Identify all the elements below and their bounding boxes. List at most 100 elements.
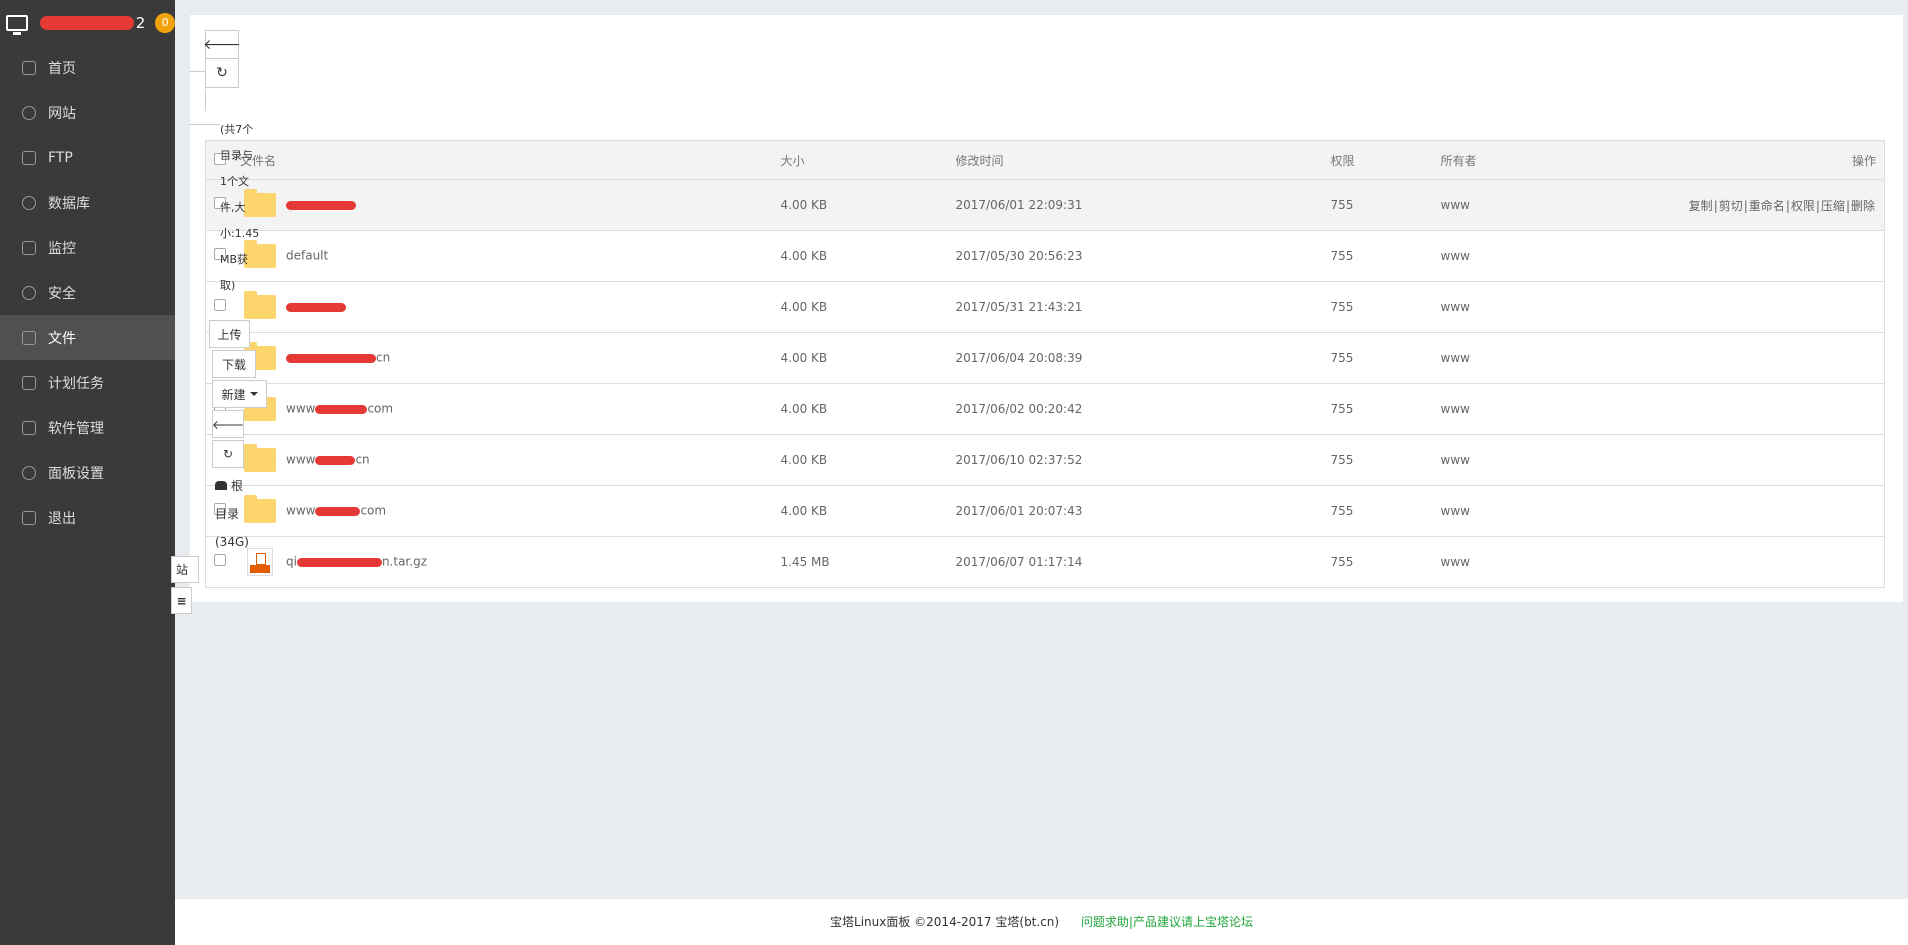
file-name-tail[interactable]: n.tar.gz xyxy=(382,555,427,569)
sidebar: 2 0 首页 网站 FTP 数据库 监控 安全 文件 计划任务 软件管理 面板设… xyxy=(0,0,175,945)
shield-icon xyxy=(22,285,36,300)
divider xyxy=(190,124,220,125)
table-row[interactable]: qi n.tar.gz 1.45 MB 2017/06/07 01:17:14 7… xyxy=(205,536,1885,588)
rename-link[interactable]: 重命名 xyxy=(1749,199,1785,213)
download-button[interactable]: 下载 xyxy=(212,350,256,378)
file-table: 文件名 大小 修改时间 权限 所有者 操作 4.00 KB 2017/06/01… xyxy=(205,140,1885,588)
cell-permission[interactable]: 755 xyxy=(1330,536,1441,588)
redacted-name xyxy=(315,404,368,414)
file-name[interactable]: www xyxy=(286,453,315,467)
sidebar-item-home[interactable]: 首页 xyxy=(0,45,175,90)
caret-down-icon xyxy=(249,392,258,396)
cell-permission[interactable]: 755 xyxy=(1330,332,1441,384)
header-permission: 权限 xyxy=(1330,140,1441,180)
cell-size: 4.00 KB xyxy=(780,332,956,384)
cell-permission[interactable]: 755 xyxy=(1330,383,1441,435)
sidebar-item-website[interactable]: 网站 xyxy=(0,90,175,135)
file-name-tail[interactable]: com xyxy=(360,504,386,518)
sidebar-item-logout[interactable]: 退出 xyxy=(0,495,175,540)
cell-mtime: 2017/06/01 22:09:31 xyxy=(955,179,1331,231)
redacted-hostname xyxy=(39,15,134,30)
forum-link[interactable]: 问题求助|产品建议请上宝塔论坛 xyxy=(1081,915,1253,929)
folder-icon xyxy=(22,330,36,345)
database-icon xyxy=(22,195,36,210)
permission-link[interactable]: 权限 xyxy=(1791,199,1815,213)
copy-link[interactable]: 复制 xyxy=(1689,199,1713,213)
cut-link[interactable]: 剪切 xyxy=(1719,199,1743,213)
table-row[interactable]: cn 4.00 KB 2017/06/04 20:08:39 755 www xyxy=(205,332,1885,384)
cell-owner: www xyxy=(1440,230,1611,282)
cell-size: 4.00 KB xyxy=(780,434,956,486)
cell-permission[interactable]: 755 xyxy=(1330,434,1441,486)
table-row[interactable]: 4.00 KB 2017/06/01 22:09:31 755 www 复制|剪… xyxy=(205,179,1885,231)
cell-permission[interactable]: 755 xyxy=(1330,179,1441,231)
refresh-button[interactable]: ↻ xyxy=(205,59,239,88)
menu-toggle-button[interactable]: ≡ xyxy=(171,587,192,614)
cell-size: 4.00 KB xyxy=(780,281,956,333)
file-name-tail[interactable]: cn xyxy=(355,453,369,467)
file-name-tail[interactable]: com xyxy=(367,402,393,416)
sidebar-item-security[interactable]: 安全 xyxy=(0,270,175,315)
disk-root-button[interactable]: 根 目录 (34G) xyxy=(215,472,255,556)
back-button[interactable]: 🡐 xyxy=(203,30,241,59)
footer: 宝塔Linux面板 ©2014-2017 宝塔(bt.cn) 问题求助|产品建议… xyxy=(175,899,1908,945)
cell-permission[interactable]: 755 xyxy=(1330,281,1441,333)
host-suffix: 2 xyxy=(135,13,146,32)
table-row[interactable]: default 4.00 KB 2017/05/30 20:56:23 755 … xyxy=(205,230,1885,282)
grid-icon xyxy=(22,420,36,435)
sidebar-item-crontab[interactable]: 计划任务 xyxy=(0,360,175,405)
cell-permission[interactable]: 755 xyxy=(1330,230,1441,282)
cell-owner: www xyxy=(1440,434,1611,486)
copyright-text: 宝塔Linux面板 ©2014-2017 宝塔(bt.cn) xyxy=(830,915,1060,929)
sidebar-item-database[interactable]: 数据库 xyxy=(0,180,175,225)
cell-owner: www xyxy=(1440,536,1611,588)
delete-link[interactable]: 删除 xyxy=(1851,199,1875,213)
cell-mtime: 2017/05/30 20:56:23 xyxy=(955,230,1331,282)
file-name[interactable]: qi xyxy=(286,555,297,569)
sidebar-item-monitor[interactable]: 监控 xyxy=(0,225,175,270)
file-name[interactable]: default xyxy=(286,249,328,263)
cell-mtime: 2017/06/02 00:20:42 xyxy=(955,383,1331,435)
home-icon xyxy=(22,60,36,75)
cell-mtime: 2017/05/31 21:43:21 xyxy=(955,281,1331,333)
refresh-icon: ↻ xyxy=(222,447,234,461)
table-row[interactable]: www com 4.00 KB 2017/06/02 00:20:42 755 w… xyxy=(205,383,1885,435)
header-size: 大小 xyxy=(780,140,956,180)
directory-summary: (共7个 目录与 1个文 件,大 小:1.45 MB获 取) xyxy=(220,123,260,292)
recycle-bin-button[interactable]: 站 xyxy=(171,556,199,583)
upload-button[interactable]: 上传 xyxy=(209,320,250,348)
redacted-name xyxy=(315,455,356,465)
cell-mtime: 2017/06/01 20:07:43 xyxy=(955,485,1331,537)
globe-icon xyxy=(22,105,36,120)
divider xyxy=(190,71,205,72)
table-row[interactable]: 4.00 KB 2017/05/31 21:43:21 755 www xyxy=(205,281,1885,333)
cell-owner: www xyxy=(1440,179,1611,231)
compress-link[interactable]: 压缩 xyxy=(1821,199,1845,213)
header-operations: 操作 xyxy=(1610,140,1885,180)
file-name[interactable]: www xyxy=(286,504,315,518)
cell-permission[interactable]: 755 xyxy=(1330,485,1441,537)
sidebar-item-software[interactable]: 软件管理 xyxy=(0,405,175,450)
gear-icon xyxy=(22,465,36,480)
redacted-name xyxy=(296,557,382,567)
divider xyxy=(205,89,206,111)
menu-icon: ≡ xyxy=(176,593,187,608)
arrow-left-icon: 🡐 xyxy=(211,417,245,432)
refresh-button-secondary[interactable]: ↻ xyxy=(212,440,244,468)
sidebar-item-ftp[interactable]: FTP xyxy=(0,135,175,180)
back-button-secondary[interactable]: 🡐 xyxy=(212,410,244,438)
sidebar-item-settings[interactable]: 面板设置 xyxy=(0,450,175,495)
row-checkbox[interactable] xyxy=(214,298,226,311)
new-dropdown-button[interactable]: 新建 xyxy=(212,380,267,408)
file-name[interactable]: www xyxy=(286,402,315,416)
cell-mtime: 2017/06/10 02:37:52 xyxy=(955,434,1331,486)
server-icon xyxy=(6,14,28,35)
notification-badge[interactable]: 0 xyxy=(155,12,175,33)
path-buttons: 🡐 ↻ xyxy=(203,30,241,88)
table-row[interactable]: www cn 4.00 KB 2017/06/10 02:37:52 755 ww… xyxy=(205,434,1885,486)
header-owner: 所有者 xyxy=(1440,140,1611,180)
file-name-tail[interactable]: cn xyxy=(376,351,390,365)
header-mtime: 修改时间 xyxy=(955,140,1331,180)
table-row[interactable]: www com 4.00 KB 2017/06/01 20:07:43 755 w… xyxy=(205,485,1885,537)
sidebar-item-files[interactable]: 文件 xyxy=(0,315,175,360)
